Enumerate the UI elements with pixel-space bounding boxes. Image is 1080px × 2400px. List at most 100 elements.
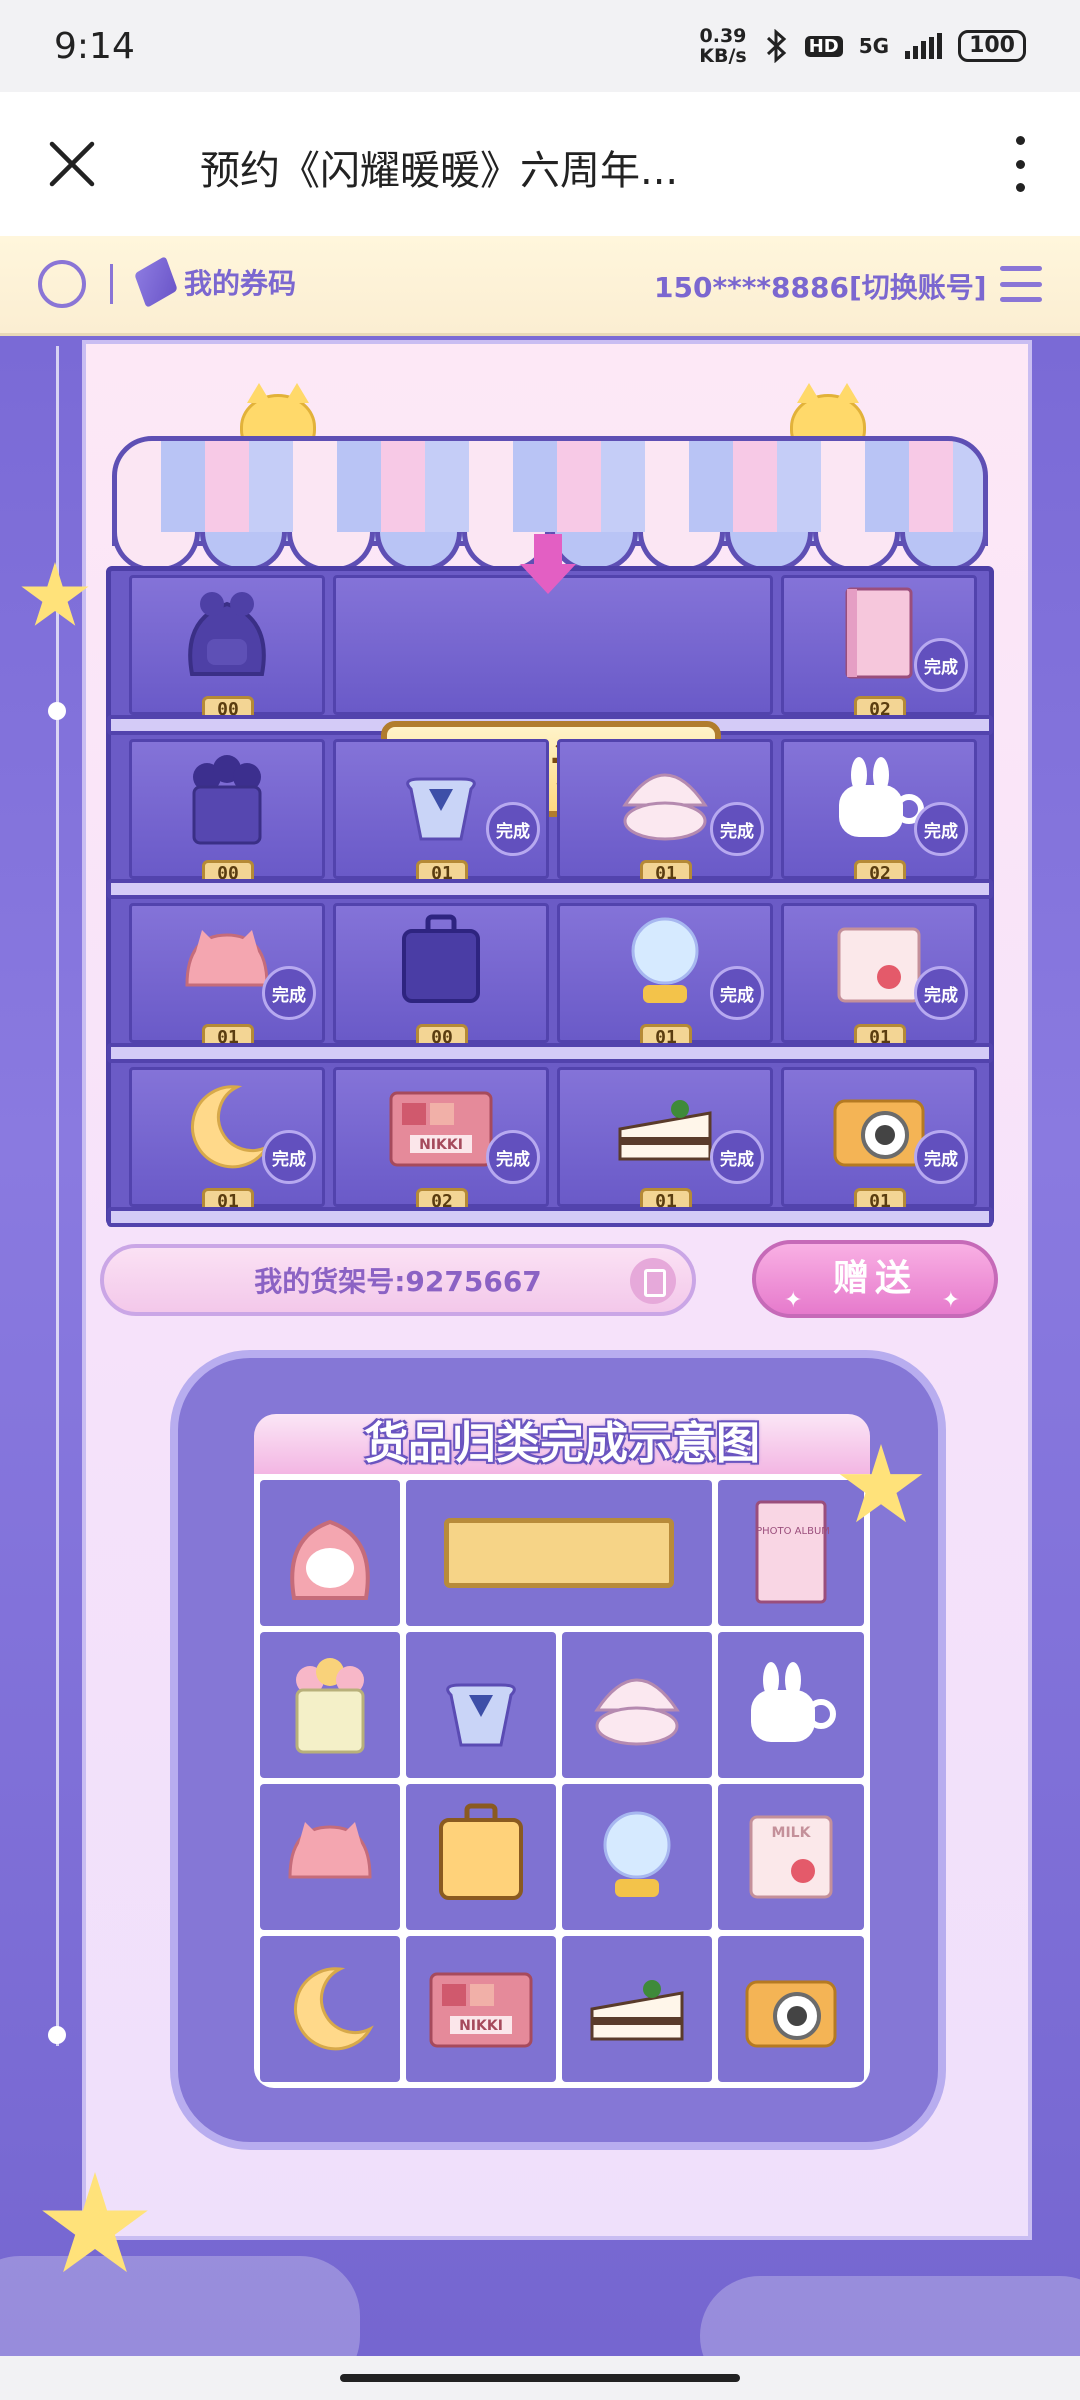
ref-milk-carton-icon: MILK: [718, 1784, 864, 1930]
net-speed-unit: KB/s: [699, 45, 747, 67]
shelf-slot-center: [333, 575, 773, 715]
shelf-slot-backpack[interactable]: 00: [129, 575, 325, 722]
my-coupon-link[interactable]: 我的券码: [134, 255, 297, 309]
shelf-plank: [107, 1207, 993, 1227]
done-badge: 完成: [914, 966, 968, 1020]
shelf-slot-cake[interactable]: 完成 01: [557, 1067, 773, 1214]
deco-dot: [48, 2026, 66, 2044]
suitcase-icon: [396, 913, 486, 1013]
reference-title: 货品归类完成示意图: [254, 1414, 870, 1474]
deco-dot: [48, 702, 66, 720]
sparkle-icon: ✦: [941, 1288, 966, 1313]
shelf-id-label: 我的货架号:9275667: [254, 1265, 542, 1298]
menu-line: [1000, 266, 1042, 271]
shelf-slot-bunny-mug[interactable]: 完成 02: [781, 739, 977, 886]
done-badge: 完成: [262, 966, 316, 1020]
svg-text:NIKKI: NIKKI: [459, 2018, 503, 2034]
star-icon: [21, 562, 89, 626]
done-badge: 完成: [486, 1130, 540, 1184]
shelf-slot-palette[interactable]: NIKKI 完成 02: [333, 1067, 549, 1214]
more-dot-icon: [1015, 183, 1025, 192]
done-badge: 完成: [914, 1130, 968, 1184]
flower-basket-icon: [182, 749, 272, 849]
shelf-grid: 00 完成 02 玩法说明 00 完成 01 完成 01 完成 02 完成 01…: [106, 566, 994, 1227]
home-icon[interactable]: [38, 260, 86, 308]
svg-text:MILK: MILK: [772, 1825, 812, 1841]
main-content: 00 完成 02 玩法说明 00 完成 01 完成 01 完成 02 完成 01…: [0, 336, 1080, 2356]
gift-button[interactable]: ✦ 赠送 ✦: [752, 1240, 998, 1318]
perfume-bottle-icon: [391, 749, 491, 849]
ref-eyeshadow-palette-icon: NIKKI: [406, 1936, 556, 2082]
shelf-slot-camera[interactable]: 完成 01: [781, 1067, 977, 1214]
gift-label: 赠送: [832, 1258, 917, 1299]
shelf-slot-photo-album[interactable]: 完成 02: [781, 575, 977, 722]
shelf-plank: [107, 1043, 993, 1063]
ref-bunny-mug-icon: [718, 1632, 864, 1778]
status-icons: 0.39 KB/s HD 5G 100: [699, 26, 1026, 66]
bluetooth-icon: [766, 29, 786, 63]
shelf-row: 00 完成 01 完成 01 完成 02: [107, 735, 993, 899]
ticket-icon: [134, 255, 178, 309]
net-speed-value: 0.39: [699, 25, 747, 47]
done-badge: 完成: [710, 802, 764, 856]
shelf-row: 完成 01 NIKKI 完成 02 完成 01 完成 01: [107, 1063, 993, 1227]
copy-icon[interactable]: [630, 1258, 676, 1304]
shelf-slot-suitcase[interactable]: 00: [333, 903, 549, 1050]
done-badge: 完成: [486, 802, 540, 856]
shelf-row: 完成 01 00 完成 01 完成 01: [107, 899, 993, 1063]
menu-button[interactable]: [1000, 266, 1042, 302]
ref-cat-hat-icon: [260, 1784, 400, 1930]
shelf-slot-perfume[interactable]: 完成 01: [333, 739, 549, 886]
crystal-ball-icon: [625, 913, 705, 1013]
network-type: 5G: [858, 34, 890, 58]
ref-crystal-ball-icon: [562, 1784, 712, 1930]
reference-panel: 货品归类完成示意图 PHOTO ALBUM MILK NIKKI: [170, 1350, 946, 2150]
svg-text:PHOTO ALBUM: PHOTO ALBUM: [756, 1526, 830, 1537]
menu-line: [1000, 281, 1042, 287]
shelf-slot-cat-hat[interactable]: 完成 01: [129, 903, 325, 1050]
status-time: 9:14: [54, 25, 135, 67]
reference-grid: PHOTO ALBUM MILK NIKKI: [254, 1474, 870, 2088]
battery-icon: 100: [958, 30, 1026, 62]
ref-moon-pillow-icon: [260, 1936, 400, 2082]
shelf-slot-crystal-ball[interactable]: 完成 01: [557, 903, 773, 1050]
nav-divider: [110, 264, 113, 304]
ref-cake-slice-icon: [562, 1936, 712, 2082]
top-nav: 我的券码 150****8886[切换账号]: [0, 236, 1080, 336]
cake-slice-icon: [610, 1089, 720, 1169]
status-bar: 9:14 0.39 KB/s HD 5G 100: [0, 0, 1080, 92]
sparkle-icon: ✦: [784, 1288, 809, 1313]
more-dot-icon: [1015, 159, 1025, 169]
system-nav-bar: [0, 2356, 1080, 2400]
more-dot-icon: [1015, 136, 1025, 145]
close-button[interactable]: [44, 136, 100, 192]
ref-shell-ring-icon: [562, 1632, 712, 1778]
title-bar: 预约《闪耀暖暖》六周年...: [0, 92, 1080, 236]
switch-account-link[interactable]: 150****8886[切换账号]: [654, 266, 987, 306]
ref-backpack-icon: [260, 1480, 400, 1626]
shelf-slot-shell[interactable]: 完成 01: [557, 739, 773, 886]
close-icon: [49, 141, 95, 187]
shelf-slot-milk[interactable]: 完成 01: [781, 903, 977, 1050]
page-title: 预约《闪耀暖暖》六周年...: [200, 148, 679, 194]
shelf-slot-flower-basket[interactable]: 00: [129, 739, 325, 886]
shelf-plank: [107, 879, 993, 899]
ref-perfume-bottle-icon: [406, 1632, 556, 1778]
ref-suitcase-icon: [406, 1784, 556, 1930]
ref-plaque: [406, 1480, 712, 1626]
coupon-label: 我的券码: [184, 267, 297, 300]
shop-shelf: 00 完成 02 玩法说明 00 完成 01 完成 01 完成 02 完成 01…: [100, 366, 1000, 1266]
network-speed: 0.39 KB/s: [699, 26, 746, 66]
svg-text:NIKKI: NIKKI: [419, 1137, 463, 1153]
menu-line: [1000, 297, 1042, 302]
shelf-slot-moon[interactable]: 完成 01: [129, 1067, 325, 1214]
done-badge: 完成: [262, 1130, 316, 1184]
done-badge: 完成: [710, 966, 764, 1020]
shelf-id-bar: 我的货架号:9275667: [100, 1244, 696, 1316]
more-options-button[interactable]: [1000, 136, 1040, 192]
backpack-icon: [172, 579, 282, 689]
shelf-row: 00 完成 02: [107, 571, 993, 735]
home-indicator[interactable]: [340, 2374, 740, 2382]
done-badge: 完成: [914, 802, 968, 856]
eyeshadow-palette-icon: NIKKI: [386, 1083, 496, 1173]
